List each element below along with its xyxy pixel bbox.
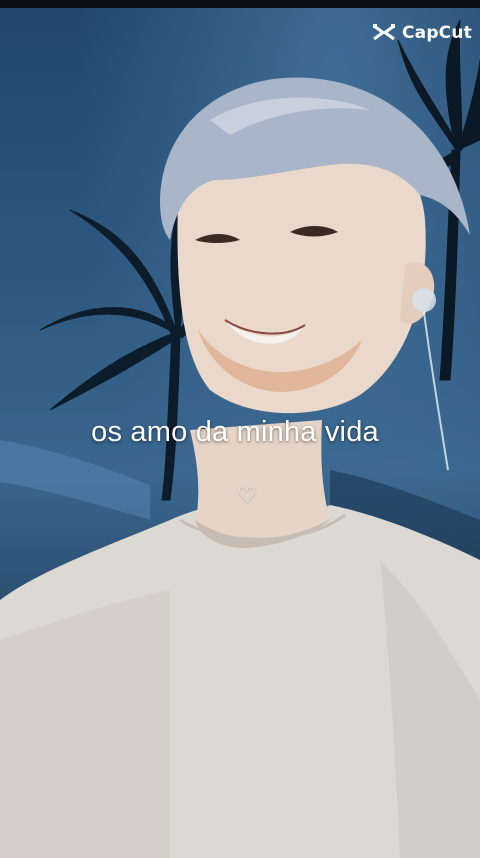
video-frame: CapCut os amo da minha vida ♡ — [0, 0, 480, 858]
caption-text: os amo da minha vida — [91, 416, 379, 448]
capcut-logo-icon — [372, 24, 395, 41]
video-caption: os amo da minha vida — [0, 416, 480, 449]
top-status-strip — [0, 0, 480, 8]
capcut-brand-text: CapCut — [401, 23, 472, 43]
capcut-watermark: CapCut — [372, 20, 472, 46]
heart-icon: ♡ — [237, 483, 257, 508]
